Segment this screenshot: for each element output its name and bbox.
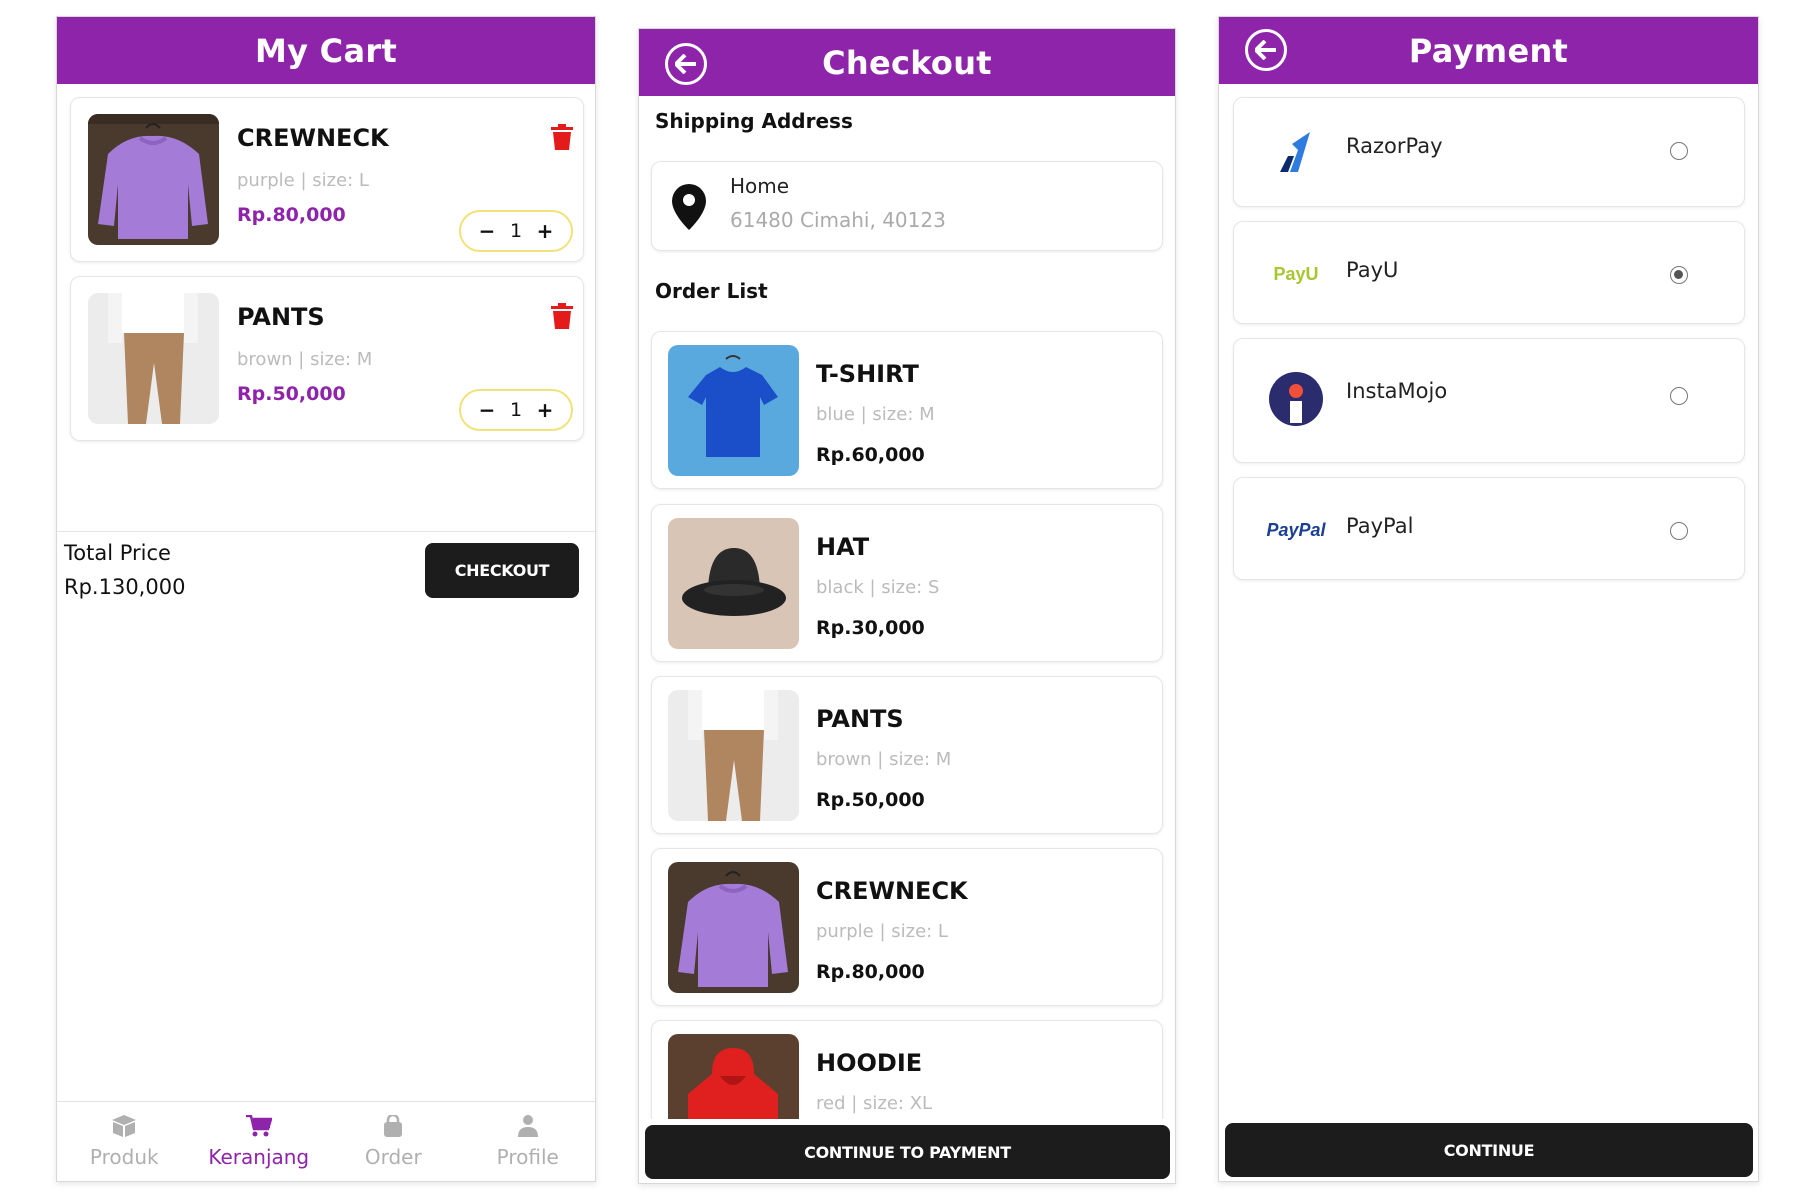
address-line: 61480 Cimahi, 40123 [730, 208, 946, 232]
nav-item-profile[interactable]: Profile [461, 1102, 596, 1181]
decrease-button[interactable]: − [477, 398, 497, 422]
item-meta: red | size: XL [816, 1093, 933, 1114]
payment-option-paypal[interactable]: PayPal PayPal [1233, 477, 1745, 580]
cart-icon [245, 1114, 272, 1136]
payu-logo: PayU [1273, 263, 1319, 284]
page-title: Checkout [822, 43, 992, 82]
item-meta: brown | size: M [237, 349, 373, 370]
quantity-value: 1 [509, 399, 523, 421]
razorpay-logo [1264, 122, 1328, 182]
item-name: PANTS [816, 705, 904, 733]
item-price: Rp.50,000 [816, 789, 925, 811]
total-label: Total Price [64, 541, 171, 565]
arrow-left-icon [1255, 40, 1276, 60]
item-name: HAT [816, 533, 870, 561]
section-heading: Shipping Address [655, 109, 853, 133]
payment-method-name: RazorPay [1346, 134, 1443, 158]
checkout-header: Checkout [639, 29, 1175, 96]
brown-pants-image [88, 293, 219, 424]
decrease-button[interactable]: − [477, 219, 497, 243]
item-meta: black | size: S [816, 577, 940, 598]
black-hat-image [668, 518, 799, 649]
item-name: CREWNECK [816, 877, 968, 905]
trash-icon[interactable] [551, 303, 573, 329]
item-meta: purple | size: L [237, 170, 369, 191]
payment-screen: Payment RazorPay PayU PayU InstaMojo Pay… [1218, 16, 1759, 1182]
radio-razorpay[interactable] [1670, 142, 1688, 160]
page-title: Payment [1408, 31, 1569, 70]
increase-button[interactable]: + [535, 219, 555, 243]
item-name: CREWNECK [237, 124, 389, 152]
checkout-screen: Checkout Shipping Address Home 61480 Cim… [638, 28, 1176, 1184]
page-title: My Cart [254, 31, 398, 70]
bottom-nav: Produk Keranjang Order Profile [57, 1101, 595, 1181]
item-price: Rp.80,000 [816, 961, 925, 983]
section-heading: Order List [655, 279, 768, 303]
nav-label: Profile [496, 1144, 559, 1169]
nav-label: Produk [89, 1144, 159, 1169]
location-pin-icon [672, 184, 706, 230]
item-price: Rp.50,000 [237, 383, 346, 405]
order-item: PANTS brown | size: M Rp.50,000 [651, 676, 1163, 834]
nav-label: Order [364, 1144, 422, 1169]
item-price: Rp.30,000 [816, 617, 925, 639]
item-name: PANTS [237, 303, 325, 331]
nav-label: Keranjang [208, 1144, 310, 1169]
radio-instamojo[interactable] [1670, 387, 1688, 405]
purple-sweater-image [88, 114, 219, 245]
box-icon [112, 1114, 137, 1137]
order-item: HAT black | size: S Rp.30,000 [651, 504, 1163, 662]
trash-icon[interactable] [551, 124, 573, 150]
increase-button[interactable]: + [535, 398, 555, 422]
payment-method-name: PayPal [1346, 514, 1414, 538]
nav-item-keranjang[interactable]: Keranjang [192, 1102, 327, 1181]
total-value: Rp.130,000 [64, 575, 186, 599]
item-meta: brown | size: M [816, 749, 952, 770]
paypal-logo: PayPal [1266, 519, 1326, 540]
item-name: T-SHIRT [816, 360, 919, 388]
arrow-left-icon [675, 54, 696, 74]
item-name: HOODIE [816, 1049, 923, 1077]
payment-method-name: PayU [1346, 258, 1399, 282]
cart-item: CREWNECK purple | size: L Rp.80,000 − 1 … [70, 97, 584, 262]
cart-screen: My Cart CREWNECK purple | size: L Rp.80,… [56, 16, 596, 1182]
item-price: Rp.80,000 [237, 204, 346, 226]
payment-option-razorpay[interactable]: RazorPay [1233, 97, 1745, 207]
payment-option-payu[interactable]: PayU PayU [1233, 221, 1745, 324]
item-meta: purple | size: L [816, 921, 948, 942]
instamojo-logo [1264, 369, 1328, 429]
order-item: T-SHIRT blue | size: M Rp.60,000 [651, 331, 1163, 489]
quantity-stepper: − 1 + [459, 210, 573, 252]
brown-pants-image [668, 690, 799, 821]
nav-item-order[interactable]: Order [326, 1102, 461, 1181]
user-icon [517, 1114, 538, 1137]
quantity-stepper: − 1 + [459, 389, 573, 431]
back-button[interactable] [1245, 29, 1287, 71]
cart-header: My Cart [57, 17, 595, 84]
continue-button[interactable]: CONTINUE [1225, 1123, 1753, 1177]
continue-to-payment-button[interactable]: CONTINUE TO PAYMENT [645, 1125, 1170, 1179]
radio-paypal[interactable] [1670, 522, 1688, 540]
checkout-button[interactable]: CHECKOUT [425, 543, 579, 598]
quantity-value: 1 [509, 220, 523, 242]
payment-header: Payment [1219, 17, 1758, 84]
payment-option-instamojo[interactable]: InstaMojo [1233, 338, 1745, 463]
address-label: Home [730, 174, 790, 198]
payment-method-name: InstaMojo [1346, 379, 1448, 403]
divider [57, 531, 595, 532]
back-button[interactable] [665, 43, 707, 85]
bag-icon [384, 1114, 403, 1137]
purple-sweater-image [668, 862, 799, 993]
order-item: CREWNECK purple | size: L Rp.80,000 [651, 848, 1163, 1006]
cart-item: PANTS brown | size: M Rp.50,000 − 1 + [70, 276, 584, 441]
item-price: Rp.60,000 [816, 444, 925, 466]
address-card[interactable]: Home 61480 Cimahi, 40123 [651, 161, 1163, 251]
item-meta: blue | size: M [816, 404, 935, 425]
blue-tshirt-image [668, 345, 799, 476]
radio-payu[interactable] [1670, 266, 1688, 284]
nav-item-produk[interactable]: Produk [57, 1102, 192, 1181]
